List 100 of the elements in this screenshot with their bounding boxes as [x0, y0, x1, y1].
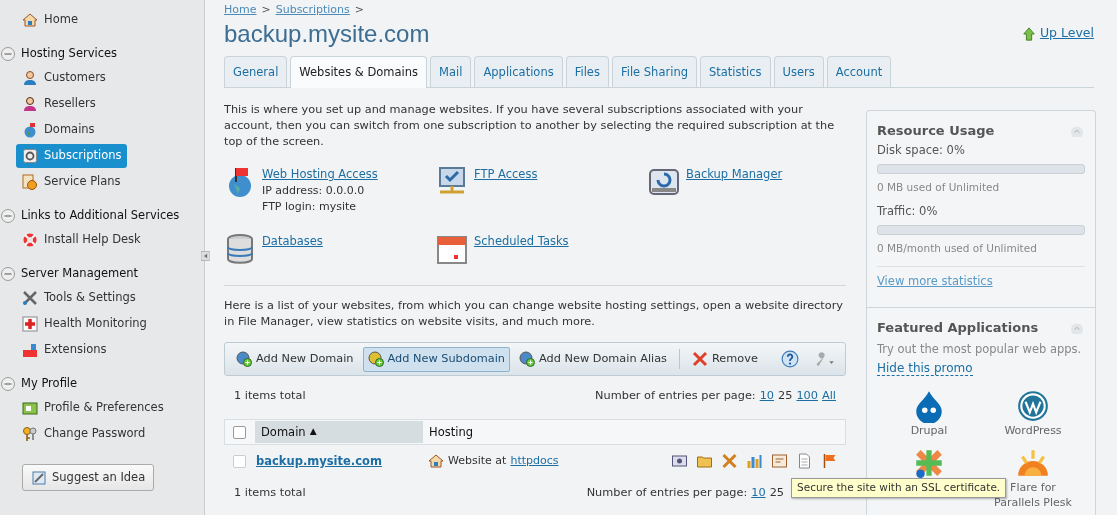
document-coin-icon	[22, 174, 38, 190]
app-name[interactable]: Drupal	[884, 423, 974, 438]
nav-item[interactable]: Subscriptions	[16, 144, 128, 168]
statistics-link[interactable]: View more statistics	[877, 274, 993, 289]
up-level-link[interactable]: Up Level	[1021, 24, 1094, 43]
page-size-option[interactable]: 25	[769, 485, 784, 503]
calendar-icon	[436, 233, 468, 266]
nav-item[interactable]: Extensions	[16, 338, 113, 362]
promo-text: Try out the most popular web apps.	[877, 341, 1083, 359]
nav-item[interactable]: Profile & Preferences	[16, 396, 170, 420]
items-total: 1 items total	[234, 388, 306, 405]
select-all-checkbox[interactable]	[233, 425, 246, 439]
toolbar-button[interactable]: Remove	[687, 346, 763, 372]
page-size-link[interactable]: All	[822, 388, 836, 406]
house-icon	[428, 453, 444, 470]
blocks-icon	[22, 342, 38, 358]
keys-icon	[22, 426, 38, 442]
page-size-option[interactable]: 25	[778, 388, 793, 406]
tab[interactable]: Files	[565, 55, 609, 87]
meter-label: Traffic: 0%	[877, 203, 939, 221]
circle-logo-icon[interactable]	[1016, 389, 1050, 423]
tool-link[interactable]: Databases	[262, 234, 323, 249]
section-heading: My Profile	[21, 375, 78, 393]
suggest-button[interactable]: Suggest an Idea	[22, 464, 155, 492]
collapse-arrow-icon[interactable]	[201, 250, 210, 262]
id-card-icon	[22, 400, 38, 416]
pencil-icon	[31, 469, 47, 486]
meter-note: 0 MB used of Unlimited	[877, 179, 1001, 195]
items-total: 1 items total	[234, 485, 306, 502]
collapse-icon[interactable]	[0, 208, 16, 224]
database-icon	[224, 233, 256, 266]
pager-label: Number of entries per page:	[595, 388, 756, 405]
globe-plus-icon	[519, 351, 536, 368]
flag-icon[interactable]	[821, 453, 838, 470]
row-checkbox[interactable]	[233, 454, 246, 468]
section-heading: Hosting Services	[21, 45, 118, 63]
toolbar-button[interactable]: Add New Domain Alias	[514, 346, 672, 372]
tab[interactable]: Mail	[430, 55, 472, 87]
column-header[interactable]: Hosting	[423, 421, 591, 444]
globe-icon	[22, 122, 38, 138]
list-intro-text: Here is a list of your websites, from which you can change website hosting settings, open a website directory in File Manager, view statistics on website visits, and much more.	[224, 298, 844, 331]
breadcrumb-link[interactable]: Subscriptions	[275, 2, 350, 19]
tab[interactable]: File Sharing	[611, 55, 697, 87]
tab[interactable]: General	[224, 55, 288, 87]
panel-title: Featured Applications	[877, 318, 1039, 337]
detail-text: FTP login: mysite	[262, 199, 358, 216]
tool-link[interactable]: FTP Access	[474, 166, 538, 181]
lifebuoy-icon	[22, 232, 38, 248]
page-size-link[interactable]: 10	[759, 388, 775, 406]
meter-label: Disk space: 0%	[877, 142, 966, 160]
nav-item[interactable]: Customers	[16, 66, 112, 90]
nav-item[interactable]: Resellers	[16, 92, 102, 116]
nav-item[interactable]: Service Plans	[16, 170, 127, 194]
home-icon	[22, 12, 38, 28]
folder-icon[interactable]	[696, 453, 713, 470]
column-header[interactable]: Domain ▲	[255, 421, 423, 444]
globe-plus-icon	[236, 351, 252, 368]
delete-icon	[692, 351, 708, 368]
certificate-icon[interactable]	[771, 453, 788, 470]
app-name[interactable]: WordPress	[988, 423, 1078, 438]
nav-item[interactable]: Change Password	[16, 422, 152, 446]
collapse-icon[interactable]	[0, 376, 16, 392]
tool-link[interactable]: Web Hosting Access	[262, 166, 378, 181]
tool-link[interactable]: Backup Manager	[686, 166, 783, 181]
meter-note: 0 MB/month used of Unlimited	[877, 240, 1038, 256]
tooltip: Secure the site with an SSL certificate.	[791, 478, 1007, 498]
tab[interactable]: Users	[773, 55, 824, 87]
hosting-link[interactable]: httpdocs	[510, 452, 559, 470]
collapse-icon[interactable]	[0, 266, 16, 282]
hide-promo-link[interactable]: Hide this promo	[877, 360, 973, 376]
tab[interactable]: Statistics	[699, 55, 771, 87]
domain-link[interactable]: backup.mysite.com	[256, 452, 428, 470]
nav-item[interactable]: Health Monitoring	[16, 312, 153, 336]
bar-chart-icon[interactable]	[746, 453, 763, 470]
tab[interactable]: Account	[826, 55, 892, 87]
section-heading: Links to Additional Services	[21, 207, 180, 225]
sort-arrow-icon: ▲	[309, 425, 317, 439]
panel-title: Resource Usage	[877, 121, 995, 140]
nav-item[interactable]: Tools & Settings	[16, 286, 142, 310]
tool-link[interactable]: Scheduled Tasks	[474, 234, 569, 249]
tab[interactable]: Applications	[474, 55, 563, 87]
hosting-text: Website at	[448, 452, 507, 469]
section-heading: Server Management	[21, 265, 139, 283]
page-size-link[interactable]: 10	[751, 485, 766, 503]
toolbar-button[interactable]: Add New Domain	[231, 346, 359, 372]
collapse-icon[interactable]	[0, 46, 16, 62]
nav-item[interactable]: Install Help Desk	[16, 228, 147, 252]
up-arrow-icon	[1021, 25, 1036, 42]
nav-item[interactable]: Home	[16, 8, 84, 32]
nav-item[interactable]: Domains	[16, 118, 101, 142]
globe-plus-icon	[367, 351, 384, 368]
page-size-link[interactable]: 100	[796, 388, 818, 406]
browser-icon[interactable]	[671, 453, 688, 470]
help-icon[interactable]	[781, 350, 799, 369]
breadcrumb-separator: >	[261, 2, 271, 18]
toolbar-button[interactable]: Add New Subdomain	[362, 346, 511, 372]
tab[interactable]: Websites & Domains	[290, 55, 428, 88]
breadcrumb-link[interactable]: Home	[224, 2, 257, 19]
document-icon[interactable]	[796, 453, 813, 470]
person-icon	[22, 96, 38, 112]
